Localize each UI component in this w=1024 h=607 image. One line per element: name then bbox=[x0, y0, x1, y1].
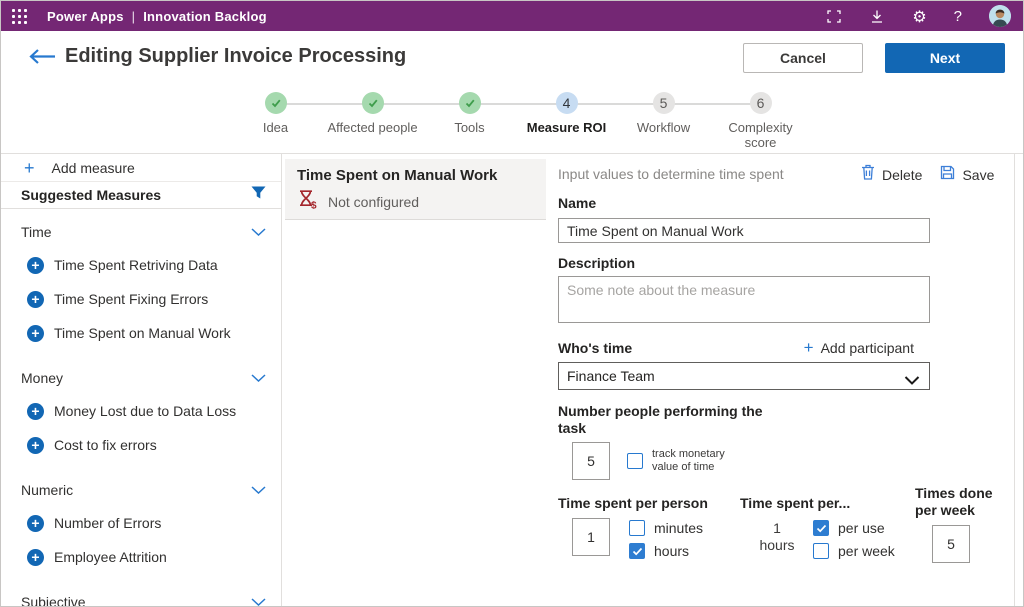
step-check-icon bbox=[459, 92, 481, 114]
whos-time-label: Who's time bbox=[558, 340, 632, 356]
add-participant-button[interactable]: + Add participant bbox=[804, 340, 914, 356]
track-monetary-checkbox[interactable] bbox=[627, 453, 643, 469]
back-arrow-icon[interactable] bbox=[27, 48, 57, 70]
brand-separator: | bbox=[132, 9, 136, 24]
app-brand: Power Apps | Innovation Backlog bbox=[47, 9, 267, 24]
chevron-down-icon bbox=[251, 369, 266, 387]
measure-card[interactable]: Time Spent on Manual Work $ Not configur… bbox=[285, 159, 546, 220]
avatar[interactable] bbox=[989, 5, 1011, 27]
description-textarea[interactable] bbox=[558, 276, 930, 323]
measure-item[interactable]: + Number of Errors bbox=[21, 511, 266, 535]
chevron-down-icon bbox=[251, 481, 266, 499]
step-complexity-score[interactable]: 6 Complexity score bbox=[712, 87, 809, 150]
step-check-icon bbox=[362, 92, 384, 114]
measures-sidebar: + Add measure Suggested Measures Time bbox=[1, 154, 282, 607]
measure-item[interactable]: + Employee Attrition bbox=[21, 545, 266, 569]
minutes-checkbox[interactable] bbox=[629, 520, 645, 536]
content-area: + Add measure Suggested Measures Time bbox=[1, 154, 1024, 607]
hours-label: hours bbox=[654, 543, 689, 559]
time-per-person-input[interactable] bbox=[572, 518, 610, 556]
page-header: Editing Supplier Invoice Processing Canc… bbox=[1, 31, 1023, 81]
times-done-input[interactable] bbox=[932, 525, 970, 563]
per-week-label: per week bbox=[838, 543, 895, 559]
category-numeric[interactable]: Numeric bbox=[21, 479, 266, 501]
add-circle-icon: + bbox=[27, 549, 44, 566]
add-circle-icon: + bbox=[27, 257, 44, 274]
add-circle-icon: + bbox=[27, 403, 44, 420]
download-icon[interactable] bbox=[869, 9, 885, 24]
measure-item[interactable]: + Money Lost due to Data Loss bbox=[21, 399, 266, 423]
step-number: 5 bbox=[653, 92, 675, 114]
num-people-label: Number people performing the task bbox=[558, 403, 778, 437]
app-name: Power Apps bbox=[47, 9, 124, 24]
waffle-icon[interactable] bbox=[12, 9, 27, 24]
next-button[interactable]: Next bbox=[885, 43, 1005, 73]
measure-item[interactable]: + Time Spent Retriving Data bbox=[21, 253, 266, 277]
hourglass-money-icon: $ bbox=[297, 189, 318, 214]
plus-icon: + bbox=[24, 159, 35, 177]
dropdown-chevron-icon bbox=[904, 372, 920, 390]
panel-divider bbox=[1014, 154, 1015, 607]
step-check-icon bbox=[265, 92, 287, 114]
module-name: Innovation Backlog bbox=[143, 9, 267, 24]
category-time[interactable]: Time bbox=[21, 221, 266, 243]
time-spent-per-label: Time spent per... bbox=[740, 495, 906, 511]
category-subjective[interactable]: Subjective bbox=[21, 591, 266, 607]
participant-select[interactable]: Finance Team bbox=[558, 362, 930, 390]
trash-icon bbox=[861, 164, 875, 185]
plus-icon: + bbox=[804, 340, 814, 356]
add-circle-icon: + bbox=[27, 291, 44, 308]
minutes-label: minutes bbox=[654, 520, 703, 536]
chevron-down-icon bbox=[251, 593, 266, 607]
time-per-person-label: Time spent per person bbox=[558, 495, 740, 511]
measure-item[interactable]: + Time Spent on Manual Work bbox=[21, 321, 266, 345]
svg-text:$: $ bbox=[311, 201, 317, 210]
time-spent-per-value: 1 hours bbox=[754, 520, 800, 559]
cancel-button[interactable]: Cancel bbox=[743, 43, 863, 73]
save-button[interactable]: Save bbox=[940, 164, 994, 185]
measure-config-panel: Input values to determine time spent Del… bbox=[548, 154, 1024, 607]
add-circle-icon: + bbox=[27, 515, 44, 532]
step-affected-people[interactable]: Affected people bbox=[324, 87, 421, 150]
step-number: 6 bbox=[750, 92, 772, 114]
add-circle-icon: + bbox=[27, 437, 44, 454]
participant-selected-value: Finance Team bbox=[567, 368, 655, 384]
add-measure-button[interactable]: + Add measure bbox=[1, 154, 281, 182]
settings-icon[interactable]: ⚙ bbox=[912, 7, 926, 26]
measure-item[interactable]: + Cost to fix errors bbox=[21, 433, 266, 457]
times-done-label: Times done per week bbox=[915, 485, 1015, 519]
selected-measures-column: Time Spent on Manual Work $ Not configur… bbox=[283, 154, 548, 607]
add-circle-icon: + bbox=[27, 325, 44, 342]
measure-item[interactable]: + Time Spent Fixing Errors bbox=[21, 287, 266, 311]
filter-icon[interactable] bbox=[251, 186, 266, 204]
save-icon bbox=[940, 165, 955, 185]
per-use-label: per use bbox=[838, 520, 885, 536]
measure-card-title: Time Spent on Manual Work bbox=[297, 167, 534, 184]
app-window: Power Apps | Innovation Backlog ⚙ ? bbox=[0, 0, 1024, 607]
description-label: Description bbox=[558, 255, 1024, 271]
name-input[interactable] bbox=[558, 218, 930, 243]
delete-button[interactable]: Delete bbox=[861, 164, 922, 185]
step-number: 4 bbox=[556, 92, 578, 114]
hours-checkbox[interactable] bbox=[629, 543, 645, 559]
suggested-measures-header: Suggested Measures bbox=[1, 182, 281, 209]
chevron-down-icon bbox=[251, 223, 266, 241]
step-workflow[interactable]: 5 Workflow bbox=[615, 87, 712, 150]
topbar: Power Apps | Innovation Backlog ⚙ ? bbox=[1, 1, 1023, 31]
num-people-input[interactable] bbox=[572, 442, 610, 480]
step-idea[interactable]: Idea bbox=[227, 87, 324, 150]
step-tools[interactable]: Tools bbox=[421, 87, 518, 150]
category-money[interactable]: Money bbox=[21, 367, 266, 389]
help-icon[interactable]: ? bbox=[954, 8, 962, 25]
per-week-checkbox[interactable] bbox=[813, 543, 829, 559]
per-use-checkbox[interactable] bbox=[813, 520, 829, 536]
step-measure-roi[interactable]: 4 Measure ROI bbox=[518, 87, 615, 150]
page-title: Editing Supplier Invoice Processing bbox=[65, 31, 406, 81]
wizard-stepper: Idea Affected people Tools 4 Measure ROI… bbox=[1, 81, 1023, 154]
measure-status: Not configured bbox=[328, 194, 419, 210]
name-label: Name bbox=[558, 195, 1024, 211]
fit-to-window-icon[interactable] bbox=[826, 9, 842, 24]
track-monetary-label: track monetary value of time bbox=[652, 448, 744, 474]
